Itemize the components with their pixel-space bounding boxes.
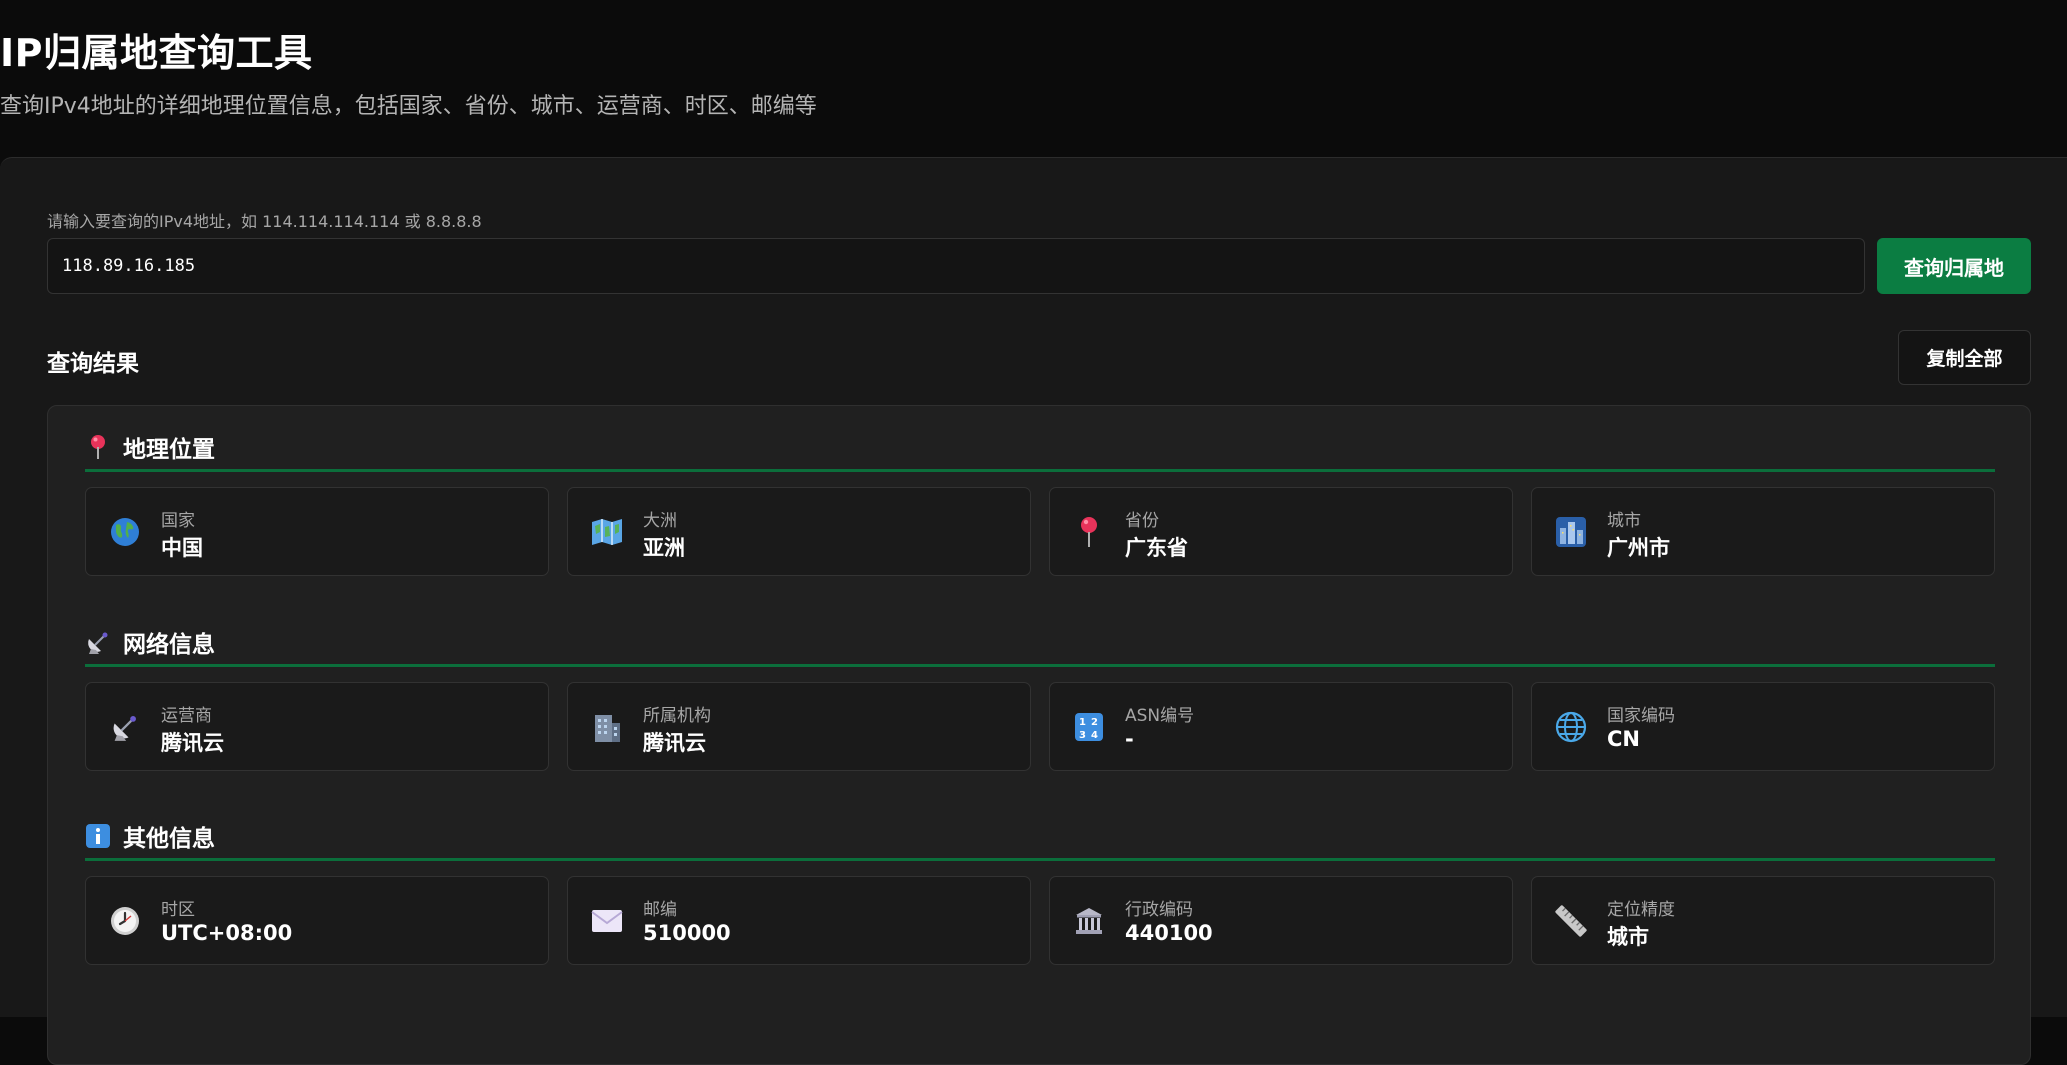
- card-label: 时区: [161, 900, 195, 920]
- info-card-organization: 所属机构 腾讯云: [567, 682, 1031, 771]
- pin-icon: [1072, 515, 1106, 549]
- card-label: 国家编码: [1607, 706, 1675, 726]
- info-card-province: 省份 广东省: [1049, 487, 1513, 576]
- card-label: 城市: [1607, 511, 1641, 531]
- numbers-icon: 1234: [1072, 710, 1106, 744]
- ip-input[interactable]: [47, 238, 1865, 294]
- card-value: 广州市: [1607, 536, 1670, 560]
- card-value: 广东省: [1125, 536, 1188, 560]
- card-label: 省份: [1125, 511, 1159, 531]
- card-value: UTC+08:00: [161, 921, 293, 945]
- satellite-dish-icon: [108, 710, 142, 744]
- card-value: 亚洲: [643, 536, 685, 560]
- card-label: 所属机构: [643, 706, 711, 726]
- page-title: IP归属地查询工具: [0, 31, 313, 75]
- info-card-timezone: 时区 UTC+08:00: [85, 876, 549, 965]
- city-night-icon: [1554, 515, 1588, 549]
- card-value: 城市: [1607, 925, 1649, 949]
- svg-text:3: 3: [1079, 730, 1086, 741]
- card-value: -: [1125, 727, 1134, 751]
- globe-meridians-icon: [1554, 710, 1588, 744]
- svg-text:2: 2: [1091, 717, 1098, 728]
- info-card-continent: 大洲 亚洲: [567, 487, 1031, 576]
- section-title-network: 网络信息: [85, 622, 215, 662]
- info-card-postcode: 邮编 510000: [567, 876, 1031, 965]
- info-card-admin-code: 行政编码 440100: [1049, 876, 1513, 965]
- copy-all-button[interactable]: 复制全部: [1898, 330, 2031, 385]
- card-label: 运营商: [161, 706, 212, 726]
- info-card-accuracy: 定位精度 城市: [1531, 876, 1995, 965]
- section-divider: [85, 858, 1995, 861]
- results-title: 查询结果: [47, 351, 139, 377]
- card-value: 510000: [643, 921, 731, 945]
- query-button[interactable]: 查询归属地: [1877, 238, 2031, 294]
- card-value: 中国: [161, 536, 203, 560]
- info-card-country-code: 国家编码 CN: [1531, 682, 1995, 771]
- card-label: ASN编号: [1125, 706, 1195, 726]
- pin-icon: [85, 434, 111, 460]
- page-header: IP归属地查询工具 查询IPv4地址的详细地理位置信息，包括国家、省份、城市、运…: [0, 0, 2067, 156]
- envelope-icon: [590, 904, 624, 938]
- page-subtitle: 查询IPv4地址的详细地理位置信息，包括国家、省份、城市、运营商、时区、邮编等: [0, 94, 817, 119]
- ip-input-hint: 请输入要查询的IPv4地址，如 114.114.114.114 或 8.8.8.…: [47, 212, 482, 231]
- section-title-geo: 地理位置: [85, 427, 215, 467]
- section-divider: [85, 469, 1995, 472]
- info-card-country: 国家 中国: [85, 487, 549, 576]
- card-label: 大洲: [643, 511, 677, 531]
- globe-earth-icon: [108, 515, 142, 549]
- svg-text:4: 4: [1091, 730, 1098, 741]
- card-label: 行政编码: [1125, 900, 1193, 920]
- clock-icon: [108, 904, 142, 938]
- card-value: CN: [1607, 727, 1640, 751]
- info-card-asn: 1234 ASN编号 -: [1049, 682, 1513, 771]
- map-icon: [590, 515, 624, 549]
- card-value: 腾讯云: [643, 731, 706, 755]
- card-label: 国家: [161, 511, 195, 531]
- section-divider: [85, 664, 1995, 667]
- card-label: 定位精度: [1607, 900, 1675, 920]
- office-building-icon: [590, 710, 624, 744]
- card-value: 腾讯云: [161, 731, 224, 755]
- info-card-isp: 运营商 腾讯云: [85, 682, 549, 771]
- government-building-icon: [1072, 904, 1106, 938]
- svg-text:1: 1: [1079, 717, 1086, 728]
- main-panel: 请输入要查询的IPv4地址，如 114.114.114.114 或 8.8.8.…: [0, 157, 2067, 1065]
- satellite-dish-icon: [85, 629, 111, 655]
- section-title-other: 其他信息: [85, 816, 215, 856]
- ruler-icon: [1554, 904, 1588, 938]
- card-label: 邮编: [643, 900, 677, 920]
- info-card-city: 城市 广州市: [1531, 487, 1995, 576]
- results-box: 地理位置 国家 中国 大洲 亚洲 省份 广东省 城市 广州市 网络信息 运营商 …: [47, 405, 2031, 1065]
- card-value: 440100: [1125, 921, 1213, 945]
- info-icon: [85, 823, 111, 849]
